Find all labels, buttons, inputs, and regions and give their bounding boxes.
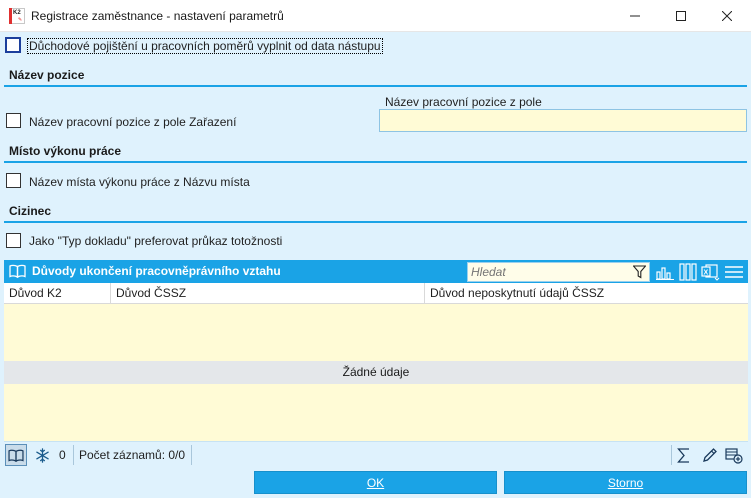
workplace-checkbox[interactable] <box>6 173 21 188</box>
pension-checkbox-label[interactable]: Důchodové pojištění u pracovních poměrů … <box>27 38 383 54</box>
footer-separator <box>73 445 74 465</box>
column-header-duvod-neposkytnuti[interactable]: Důvod neposkytnutí údajů ČSSZ <box>425 283 748 304</box>
position-section-divider <box>4 85 747 87</box>
minimize-button[interactable] <box>612 0 658 32</box>
book-icon <box>8 449 24 462</box>
grid-header: Důvody ukončení pracovněprávního vztahu … <box>4 260 748 283</box>
position-checkbox[interactable] <box>6 113 21 128</box>
foreigner-checkbox[interactable] <box>6 233 21 248</box>
maximize-icon <box>676 11 686 21</box>
record-count: Počet záznamů: 0/0 <box>79 448 186 462</box>
book-icon <box>9 264 26 278</box>
grid-search-input[interactable] <box>468 263 628 281</box>
position-field-input[interactable] <box>379 109 747 132</box>
dialog-button-bar: OK Storno <box>0 468 751 498</box>
add-record-icon <box>725 448 743 464</box>
add-record-button[interactable] <box>723 444 745 466</box>
chart-icon[interactable] <box>655 262 675 281</box>
close-icon <box>722 11 732 21</box>
position-field-label: Název pracovní pozice z pole <box>385 95 542 109</box>
column-header-duvod-cssz[interactable]: Důvod ČSSZ <box>111 283 425 304</box>
empty-state-text: Žádné údaje <box>4 361 748 384</box>
grid-search[interactable] <box>467 262 650 282</box>
pencil-icon <box>703 448 717 462</box>
book-view-button[interactable] <box>5 444 27 466</box>
workplace-section-divider <box>4 161 747 163</box>
column-header-duvod-k2[interactable]: Důvod K2 <box>4 283 111 304</box>
excel-export-icon[interactable]: X <box>701 262 721 281</box>
columns-icon[interactable] <box>678 262 698 281</box>
footer-separator <box>191 445 192 465</box>
svg-text:X: X <box>704 269 709 276</box>
pension-checkbox[interactable] <box>5 37 21 53</box>
freeze-button[interactable] <box>31 444 53 466</box>
snowflake-icon <box>35 447 49 463</box>
grid-column-headers: Důvod K2 Důvod ČSSZ Důvod neposkytnutí ú… <box>4 283 748 304</box>
app-logo-icon: K2 ✎ <box>9 8 25 24</box>
title-bar: K2 ✎ Registrace zaměstnance - nastavení … <box>0 0 751 32</box>
maximize-button[interactable] <box>658 0 704 32</box>
footer-separator <box>671 445 672 465</box>
edit-button[interactable] <box>699 444 721 466</box>
foreigner-checkbox-label[interactable]: Jako "Typ dokladu" preferovat průkaz tot… <box>29 234 282 248</box>
close-button[interactable] <box>704 0 750 32</box>
frozen-count: 0 <box>59 448 66 462</box>
window-title: Registrace zaměstnance - nastavení param… <box>31 9 284 23</box>
minimize-icon <box>630 15 640 17</box>
grid-footer: 0 Počet záznamů: 0/0 <box>4 441 748 467</box>
cancel-button[interactable]: Storno <box>504 471 747 494</box>
sigma-icon <box>677 447 689 463</box>
sum-button[interactable] <box>673 444 695 466</box>
menu-icon[interactable] <box>724 262 744 281</box>
filter-icon[interactable] <box>633 265 646 279</box>
grid-body[interactable]: Žádné údaje <box>4 304 748 441</box>
ok-button[interactable]: OK <box>254 471 497 494</box>
position-checkbox-label[interactable]: Název pracovní pozice z pole Zařazení <box>29 115 236 129</box>
foreigner-section-title: Cizinec <box>9 204 52 218</box>
position-section-title: Název pozice <box>9 68 85 82</box>
workplace-section-title: Místo výkonu práce <box>9 144 122 158</box>
foreigner-section-divider <box>4 221 747 223</box>
workplace-checkbox-label[interactable]: Název místa výkonu práce z Názvu místa <box>29 175 250 189</box>
grid-title: Důvody ukončení pracovněprávního vztahu <box>32 264 281 278</box>
